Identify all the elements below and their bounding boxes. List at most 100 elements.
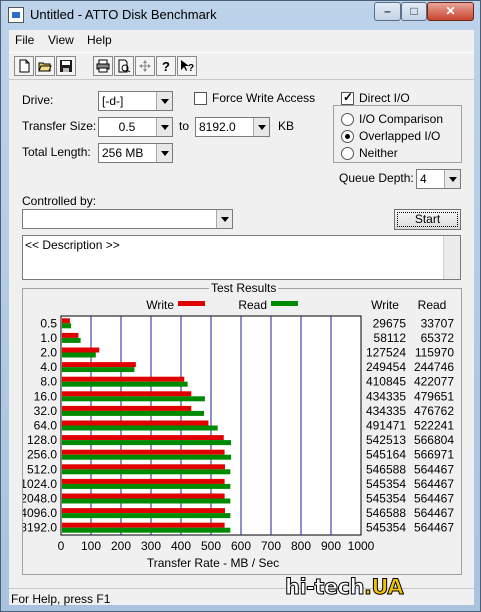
col-read-header: Read [418, 298, 447, 312]
write-value: 546588 [366, 462, 406, 476]
total-length-arrow-icon[interactable] [156, 144, 172, 162]
transfer-to-arrow-icon[interactable] [253, 118, 269, 136]
write-bar [62, 405, 192, 411]
write-value: 127524 [366, 346, 406, 360]
read-value: 522241 [414, 419, 454, 433]
write-bar [62, 522, 225, 528]
print-preview-icon[interactable] [114, 56, 134, 76]
open-folder-icon[interactable] [35, 56, 55, 76]
read-value: 33707 [421, 316, 455, 330]
queue-depth-select[interactable]: 4 [416, 169, 461, 189]
drive-select[interactable]: [-d-] [98, 91, 173, 111]
maximize-button[interactable]: □ [401, 2, 427, 21]
read-bar [62, 483, 231, 489]
context-help-icon[interactable]: ? [177, 56, 197, 76]
y-category-label: 2.0 [40, 346, 57, 360]
legend-read-label: Read [238, 298, 267, 312]
print-icon[interactable] [93, 56, 113, 76]
controlled-by-arrow-icon[interactable] [216, 210, 232, 228]
transfer-size-from-value: 0.5 [118, 120, 136, 134]
write-bar [62, 376, 185, 382]
total-length-select[interactable]: 256 MB [98, 143, 173, 163]
read-bar [62, 425, 218, 431]
drive-dropdown-arrow-icon[interactable] [156, 92, 172, 110]
write-value: 545354 [366, 492, 406, 506]
read-bar [62, 513, 231, 519]
y-category-label: 32.0 [34, 404, 58, 418]
write-value: 434335 [366, 404, 406, 418]
client-area: File View Help ? ? Drive: [-d-] Force Wr… [9, 30, 474, 606]
help-question-icon[interactable]: ? [156, 56, 176, 76]
status-text: For Help, press F1 [11, 592, 111, 606]
close-button[interactable]: ✕ [427, 2, 474, 21]
new-file-icon[interactable] [14, 56, 34, 76]
x-tick-label: 0 [58, 539, 65, 553]
start-button[interactable]: Start [394, 209, 461, 230]
read-bar [62, 337, 81, 343]
force-write-access-checkbox[interactable] [194, 92, 207, 105]
radio-overlapped-io[interactable] [341, 130, 354, 143]
radio-neither[interactable] [341, 147, 354, 160]
neither-label: Neither [359, 146, 398, 160]
write-value: 249454 [366, 360, 406, 374]
save-disk-icon[interactable] [56, 56, 76, 76]
x-axis-label: Transfer Rate - MB / Sec [147, 556, 279, 570]
direct-io-checkbox[interactable] [341, 90, 354, 105]
read-value: 564467 [414, 506, 454, 520]
write-value: 434335 [366, 389, 406, 403]
radio-io-comparison[interactable] [341, 113, 354, 126]
read-value: 476762 [414, 404, 454, 418]
transfer-size-from-select[interactable]: 0.5 [98, 117, 173, 137]
read-value: 564467 [414, 492, 454, 506]
y-category-label: 4.0 [40, 360, 57, 374]
legend-write-label: Write [146, 298, 174, 312]
write-value: 58112 [374, 331, 407, 345]
title-bar[interactable]: Untitled - ATTO Disk Benchmark – □ ✕ [1, 1, 480, 29]
y-category-label: 8192.0 [23, 521, 57, 535]
toolbar: ? ? [9, 52, 474, 80]
queue-depth-arrow-icon[interactable] [444, 170, 460, 188]
io-comparison-label: I/O Comparison [359, 112, 444, 126]
x-tick-label: 1000 [348, 539, 375, 553]
watermark-logo: hi-tech.UA [284, 575, 443, 605]
menu-view[interactable]: View [48, 33, 74, 47]
menu-help[interactable]: Help [87, 33, 112, 47]
total-length-label: Total Length: [22, 145, 91, 159]
write-value: 410845 [366, 375, 406, 389]
transfer-from-arrow-icon[interactable] [156, 118, 172, 136]
read-value: 564467 [414, 462, 454, 476]
controlled-by-select[interactable] [22, 209, 233, 229]
menu-bar: File View Help [9, 30, 474, 51]
write-value: 546588 [366, 506, 406, 520]
watermark-suffix: .UA [364, 575, 405, 600]
description-text: << Description >> [25, 238, 120, 252]
transfer-size-to-select[interactable]: 8192.0 [195, 117, 270, 137]
y-category-label: 1024.0 [23, 477, 57, 491]
y-category-label: 512.0 [27, 462, 57, 476]
app-window: Untitled - ATTO Disk Benchmark – □ ✕ Fil… [0, 0, 481, 612]
read-bar [62, 396, 205, 402]
direct-io-label: Direct I/O [359, 91, 410, 105]
test-results-group: Test Results Write Read Write Read 0 100 2… [22, 281, 462, 575]
x-tick-label: 100 [81, 539, 101, 553]
minimize-button[interactable]: – [374, 2, 401, 21]
write-value: 491471 [366, 419, 406, 433]
read-bar [62, 323, 72, 329]
write-bar [62, 362, 136, 368]
write-bar [62, 332, 79, 338]
read-bar [62, 469, 231, 475]
read-bar [62, 367, 135, 373]
description-scrollbar[interactable] [443, 236, 460, 279]
write-bar [62, 508, 225, 514]
transfer-size-to-label: to [179, 119, 190, 133]
write-bar [62, 435, 224, 441]
controlled-by-label: Controlled by: [22, 194, 97, 208]
write-bar [62, 449, 225, 455]
move-crosshair-icon[interactable] [135, 56, 155, 76]
description-box[interactable]: << Description >> [22, 235, 461, 280]
y-category-label: 1.0 [40, 331, 57, 345]
read-value: 566804 [414, 433, 454, 447]
total-length-value: 256 MB [102, 146, 144, 160]
menu-file[interactable]: File [15, 33, 34, 47]
x-tick-label: 600 [231, 539, 251, 553]
